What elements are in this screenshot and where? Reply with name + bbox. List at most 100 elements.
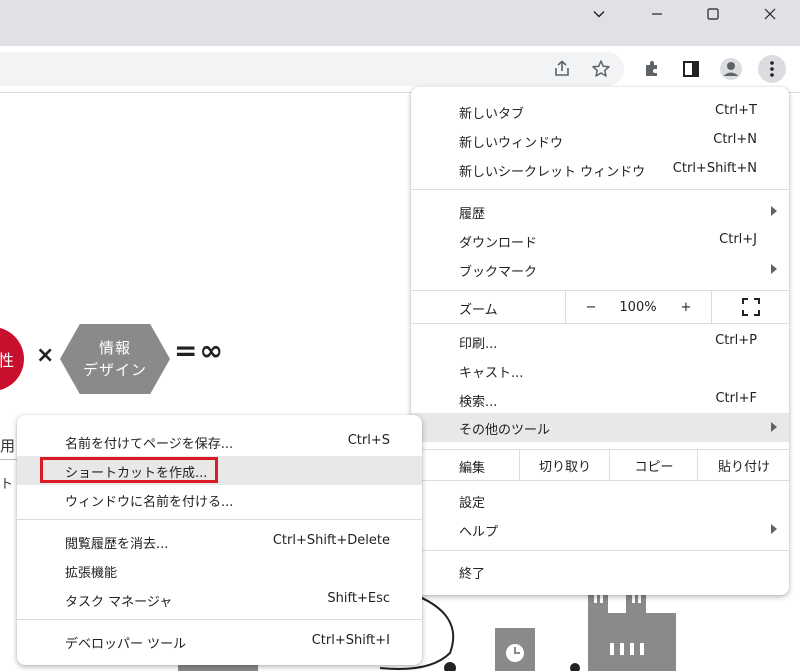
menu-item-zoom: ズーム − 100% + bbox=[411, 291, 789, 323]
menu-item-edit: 編集 切り取り コピー 貼り付け bbox=[411, 450, 789, 480]
maximize-button[interactable] bbox=[690, 0, 736, 28]
menu-item-label: ウィンドウに名前を付ける... bbox=[65, 495, 234, 510]
menu-separator bbox=[411, 189, 789, 190]
minimize-icon bbox=[652, 13, 662, 15]
menu-item-extensions[interactable]: 拡張機能 bbox=[17, 556, 422, 585]
extensions-icon bbox=[646, 61, 657, 76]
side-panel-icon bbox=[683, 61, 699, 77]
extensions-button[interactable] bbox=[640, 57, 664, 81]
menu-item-cast[interactable]: キャスト... bbox=[411, 356, 789, 385]
menu-item-label: デベロッパー ツール bbox=[65, 637, 187, 652]
submenu-arrow-icon bbox=[771, 264, 777, 274]
menu-item-help[interactable]: ヘルプ bbox=[411, 515, 789, 544]
menu-item-name-window[interactable]: ウィンドウに名前を付ける... bbox=[17, 485, 422, 514]
menu-item-shortcut: Ctrl+F bbox=[715, 391, 757, 406]
tab-search-button[interactable] bbox=[576, 0, 622, 28]
menu-item-label: 新しいタブ bbox=[459, 107, 525, 122]
menu-item-settings[interactable]: 設定 bbox=[411, 486, 789, 515]
menu-item-label: 履歴 bbox=[459, 207, 486, 222]
menu-item-label: ズーム bbox=[459, 303, 498, 318]
zoom-plus-label: + bbox=[680, 299, 692, 315]
menu-item-label: 閲覧履歴を消去... bbox=[65, 537, 169, 552]
bookmark-star-button[interactable] bbox=[589, 57, 613, 81]
menu-item-label: ヘルプ bbox=[459, 525, 499, 540]
menu-item-label: 拡張機能 bbox=[65, 566, 118, 581]
side-panel-button[interactable] bbox=[679, 57, 703, 81]
submenu-arrow-icon bbox=[771, 422, 777, 432]
title-bar bbox=[0, 0, 800, 46]
submenu-arrow-icon bbox=[771, 206, 777, 216]
info-design-hexagon: 情報 デザイン bbox=[60, 324, 170, 394]
menu-item-bookmarks[interactable]: ブックマーク bbox=[411, 255, 789, 284]
menu-item-label: 新しいシークレット ウィンドウ bbox=[459, 165, 646, 180]
star-icon bbox=[592, 60, 610, 77]
menu-item-task-manager[interactable]: タスク マネージャ Shift+Esc bbox=[17, 585, 422, 614]
menu-item-label: 編集 bbox=[459, 461, 486, 476]
menu-item-shortcut: Ctrl+Shift+N bbox=[672, 161, 757, 176]
menu-item-label: ブックマーク bbox=[459, 265, 538, 280]
profile-button[interactable] bbox=[719, 57, 743, 81]
menu-item-save-page[interactable]: 名前を付けてページを保存... Ctrl+S bbox=[17, 427, 422, 456]
menu-item-clear-browsing-data[interactable]: 閲覧履歴を消去... Ctrl+Shift+Delete bbox=[17, 527, 422, 556]
maximize-icon bbox=[707, 8, 719, 20]
zoom-level: 100% bbox=[615, 291, 661, 323]
menu-item-exit[interactable]: 終了 bbox=[411, 557, 789, 586]
zoom-value: 100% bbox=[619, 299, 657, 315]
more-tools-submenu: 名前を付けてページを保存... Ctrl+S ショートカットを作成... ウィン… bbox=[17, 415, 422, 665]
address-bar[interactable] bbox=[0, 52, 624, 86]
copy-label: コピー bbox=[634, 459, 674, 475]
menu-item-print[interactable]: 印刷... Ctrl+P bbox=[411, 327, 789, 356]
hex-line-2: デザイン bbox=[82, 361, 147, 379]
zoom-in-button[interactable]: + bbox=[661, 291, 711, 323]
menu-item-shortcut: Ctrl+S bbox=[347, 433, 390, 448]
menu-item-label: 設定 bbox=[459, 496, 486, 511]
zoom-out-button[interactable]: − bbox=[565, 291, 616, 323]
menu-button[interactable] bbox=[758, 55, 786, 83]
menu-separator bbox=[17, 519, 422, 520]
menu-item-more-tools[interactable]: その他のツール bbox=[411, 413, 789, 442]
page-text-fragment: 用 bbox=[0, 437, 16, 455]
menu-item-find[interactable]: 検索... Ctrl+F bbox=[411, 385, 789, 414]
cut-button[interactable]: 切り取り bbox=[519, 450, 610, 480]
share-button[interactable] bbox=[550, 57, 574, 81]
chrome-main-menu: 新しいタブ Ctrl+T 新しいウィンドウ Ctrl+N 新しいシークレット ウ… bbox=[411, 87, 789, 595]
profile-icon bbox=[720, 58, 742, 80]
menu-item-shortcut: Ctrl+N bbox=[713, 132, 757, 147]
menu-item-history[interactable]: 履歴 bbox=[411, 197, 789, 226]
close-button[interactable] bbox=[747, 0, 793, 28]
menu-icon bbox=[770, 61, 774, 77]
submenu-arrow-icon bbox=[771, 524, 777, 534]
fullscreen-button[interactable] bbox=[711, 291, 790, 323]
minimize-button[interactable] bbox=[634, 0, 680, 28]
menu-item-developer-tools[interactable]: デベロッパー ツール Ctrl+Shift+I bbox=[17, 627, 422, 656]
menu-separator bbox=[411, 550, 789, 551]
menu-item-new-tab[interactable]: 新しいタブ Ctrl+T bbox=[411, 97, 789, 126]
copy-button[interactable]: コピー bbox=[609, 450, 698, 480]
menu-item-shortcut: Ctrl+P bbox=[715, 333, 757, 348]
red-circle-label: 性 bbox=[0, 327, 24, 391]
highlight-annotation-box bbox=[40, 457, 218, 483]
menu-item-label: ダウンロード bbox=[459, 236, 538, 251]
fullscreen-icon bbox=[742, 298, 760, 316]
menu-item-new-window[interactable]: 新しいウィンドウ Ctrl+N bbox=[411, 126, 789, 155]
menu-separator bbox=[411, 480, 789, 481]
menu-separator bbox=[411, 323, 789, 324]
menu-item-label: 新しいウィンドウ bbox=[459, 136, 564, 151]
share-icon bbox=[555, 60, 569, 76]
page-text-fragment-2: ト bbox=[0, 477, 14, 492]
menu-item-label: 名前を付けてページを保存... bbox=[65, 437, 234, 452]
close-icon bbox=[764, 8, 776, 20]
menu-item-new-incognito[interactable]: 新しいシークレット ウィンドウ Ctrl+Shift+N bbox=[411, 155, 789, 184]
menu-item-label: タスク マネージャ bbox=[65, 595, 173, 610]
menu-item-shortcut: Shift+Esc bbox=[327, 591, 390, 606]
times-sign: × bbox=[36, 343, 55, 368]
chevron-down-icon bbox=[593, 11, 605, 18]
paste-label: 貼り付け bbox=[717, 459, 770, 475]
menu-item-label: 検索... bbox=[459, 395, 498, 410]
menu-item-downloads[interactable]: ダウンロード Ctrl+J bbox=[411, 226, 789, 255]
zoom-minus-label: − bbox=[585, 299, 597, 315]
menu-item-shortcut: Ctrl+T bbox=[715, 103, 757, 118]
hex-line-1: 情報 bbox=[98, 339, 131, 357]
cut-label: 切り取り bbox=[538, 459, 591, 475]
paste-button[interactable]: 貼り付け bbox=[697, 450, 790, 480]
